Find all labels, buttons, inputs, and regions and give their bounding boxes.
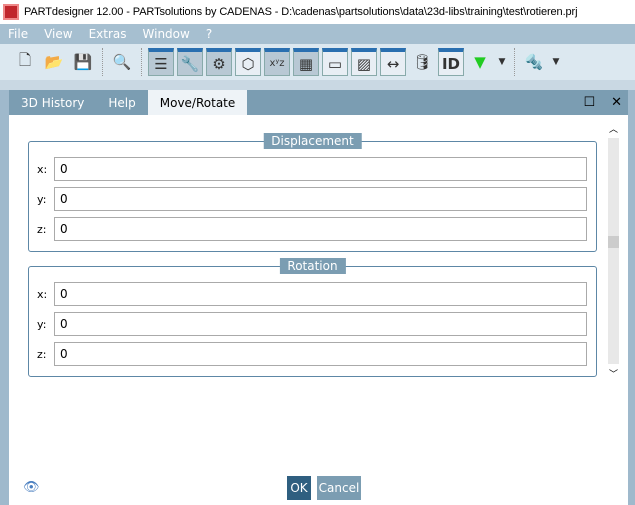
title-bar: PARTdesigner 12.00 - PARTsolutions by CA…	[0, 0, 635, 24]
menu-extras[interactable]: Extras	[81, 27, 135, 41]
toolbar-separator	[141, 48, 142, 76]
tab-bar: 3D History Help Move/Rotate ☐ ✕	[9, 90, 628, 115]
y-label: y:	[37, 192, 47, 206]
toolbar-separator	[514, 48, 515, 76]
vertical-scrollbar[interactable]: ︿ ﹀	[606, 122, 622, 382]
rotation-x-input[interactable]	[54, 282, 587, 306]
scroll-down-icon[interactable]: ﹀	[609, 367, 618, 380]
window-title: PARTdesigner 12.00 - PARTsolutions by CA…	[24, 6, 578, 18]
table-icon[interactable]: ▦	[293, 48, 319, 76]
displacement-y-input[interactable]	[54, 187, 587, 211]
toolbar-strip	[0, 80, 635, 90]
move-rotate-panel: 3D History Help Move/Rotate ☐ ✕ Displace…	[9, 90, 628, 505]
search-icon[interactable]: 🔍	[109, 48, 135, 76]
part-icon[interactable]: ▭	[322, 48, 348, 76]
tab-3d-history[interactable]: 3D History	[9, 90, 96, 115]
bolt-icon[interactable]: ⚙	[206, 48, 232, 76]
database-icon[interactable]: 🛢	[409, 48, 435, 76]
tab-help[interactable]: Help	[96, 90, 147, 115]
rotation-z-input[interactable]	[54, 342, 587, 366]
eye-icon[interactable]: 👁	[23, 480, 40, 495]
wrench-icon[interactable]: 🔧	[177, 48, 203, 76]
menu-window[interactable]: Window	[135, 27, 198, 41]
maximize-icon[interactable]: ☐	[583, 95, 595, 110]
tab-move-rotate[interactable]: Move/Rotate	[147, 90, 248, 115]
rotation-title: Rotation	[279, 258, 346, 274]
scroll-thumb[interactable]	[608, 236, 619, 248]
green-triangle-icon[interactable]: ▼	[467, 48, 493, 76]
displacement-group: Displacement x: y: z:	[28, 133, 597, 252]
menu-bar: File View Extras Window ?	[0, 24, 635, 44]
measure-icon[interactable]: ↔	[380, 48, 406, 76]
menu-help[interactable]: ?	[198, 27, 220, 41]
tree-view-icon[interactable]: ☰	[148, 48, 174, 76]
menu-view[interactable]: View	[36, 27, 80, 41]
x-label: x:	[37, 287, 48, 301]
toolbar: 🗋 📂 💾 🔍 ☰ 🔧 ⚙ ⬡ xʸz ▦ ▭ ▨ ↔ 🛢 ID ▼ ▼ 🔩 ▼	[0, 44, 635, 80]
scroll-up-icon[interactable]: ︿	[609, 122, 618, 135]
scroll-track[interactable]	[608, 138, 619, 364]
displacement-z-input[interactable]	[54, 217, 587, 241]
save-icon[interactable]: 💾	[70, 48, 96, 76]
rotation-group: Rotation x: y: z:	[28, 258, 597, 377]
y-label: y:	[37, 317, 47, 331]
close-icon[interactable]: ✕	[611, 95, 622, 110]
displacement-x-input[interactable]	[54, 157, 587, 181]
app-icon	[3, 4, 19, 20]
z-label: z:	[37, 347, 47, 361]
sketch-icon[interactable]: ⬡	[235, 48, 261, 76]
rotation-y-input[interactable]	[54, 312, 587, 336]
id-icon[interactable]: ID	[438, 48, 464, 76]
bolt-save-icon[interactable]: 🔩	[521, 48, 547, 76]
chevron-down-icon[interactable]: ▼	[550, 48, 562, 76]
open-folder-icon[interactable]: 📂	[41, 48, 67, 76]
toolbar-separator	[102, 48, 103, 76]
ok-button[interactable]: OK	[287, 476, 311, 500]
cancel-button[interactable]: Cancel	[317, 476, 361, 500]
dimension-icon[interactable]: ▨	[351, 48, 377, 76]
xyz-axes-icon[interactable]: xʸz	[264, 48, 290, 76]
chevron-down-icon[interactable]: ▼	[496, 48, 508, 76]
z-label: z:	[37, 222, 47, 236]
new-file-icon[interactable]: 🗋	[12, 48, 38, 76]
menu-file[interactable]: File	[0, 27, 36, 41]
displacement-title: Displacement	[263, 133, 362, 149]
x-label: x:	[37, 162, 48, 176]
